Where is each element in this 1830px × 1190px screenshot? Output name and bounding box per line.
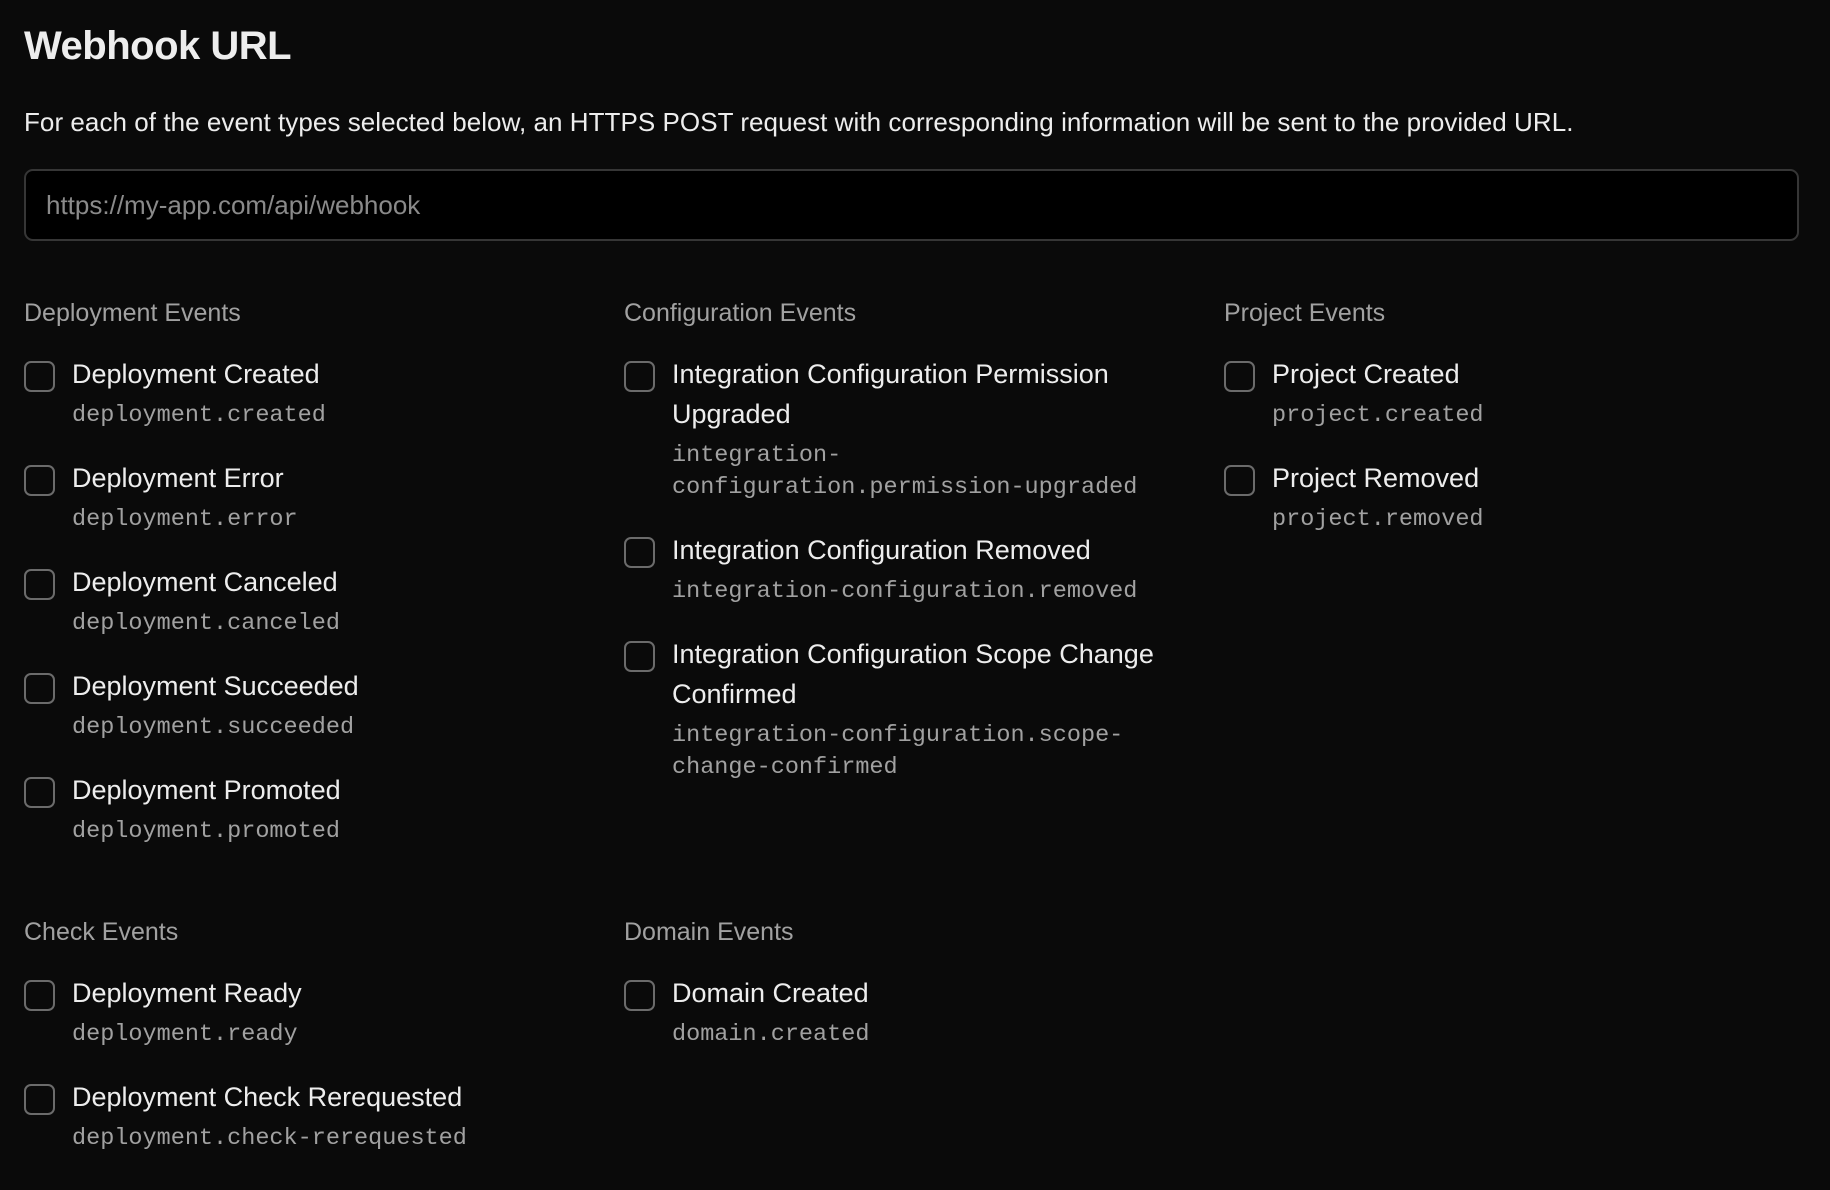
event-label: Domain Created bbox=[672, 978, 869, 1008]
event-label: Deployment Ready bbox=[72, 978, 302, 1008]
event-code: integration-configuration.removed bbox=[672, 578, 1138, 605]
section-title: Check Events bbox=[24, 918, 179, 946]
event-list: Domain Created domain.created bbox=[624, 978, 1184, 1051]
page-title: Webhook URL bbox=[24, 24, 292, 68]
event-label: Deployment Check Rerequested bbox=[72, 1082, 463, 1112]
event-code: deployment.promoted bbox=[72, 818, 340, 845]
checkbox[interactable] bbox=[24, 1084, 55, 1115]
event-code: deployment.check-rerequested bbox=[72, 1125, 467, 1152]
section-title: Project Events bbox=[1224, 299, 1386, 327]
event-code: deployment.error bbox=[72, 506, 298, 533]
event-list: Integration Configuration Permission Upg… bbox=[624, 359, 1199, 784]
checkbox[interactable] bbox=[24, 361, 55, 392]
checkbox[interactable] bbox=[24, 777, 55, 808]
project-events-section: Project Events Project Created project.c… bbox=[1224, 296, 1784, 568]
event-code: integration-configuration.scope- change-… bbox=[672, 722, 1124, 781]
event-code: deployment.created bbox=[72, 402, 326, 429]
configuration-events-section: Configuration Events Integration Configu… bbox=[624, 296, 1199, 816]
event-label: Deployment Canceled bbox=[72, 567, 338, 597]
event-item-integration-configuration-removed[interactable]: Integration Configuration Removed integr… bbox=[624, 535, 1199, 608]
page-description: For each of the event types selected bel… bbox=[24, 107, 1574, 137]
event-label: Deployment Succeeded bbox=[72, 671, 359, 701]
section-title: Deployment Events bbox=[24, 299, 241, 327]
event-code: deployment.ready bbox=[72, 1021, 298, 1048]
event-item-deployment-error[interactable]: Deployment Error deployment.error bbox=[24, 463, 584, 536]
event-code: project.created bbox=[1272, 402, 1484, 429]
event-code: domain.created bbox=[672, 1021, 870, 1048]
event-item-domain-created[interactable]: Domain Created domain.created bbox=[624, 978, 1184, 1051]
event-item-deployment-check-rerequested[interactable]: Deployment Check Rerequested deployment.… bbox=[24, 1082, 584, 1155]
event-label: Integration Configuration Removed bbox=[672, 535, 1091, 565]
event-item-project-created[interactable]: Project Created project.created bbox=[1224, 359, 1784, 432]
checkbox[interactable] bbox=[24, 673, 55, 704]
event-code: integration- configuration.permission-up… bbox=[672, 442, 1138, 501]
event-item-integration-configuration-permission-upgraded[interactable]: Integration Configuration Permission Upg… bbox=[624, 359, 1199, 504]
event-item-deployment-created[interactable]: Deployment Created deployment.created bbox=[24, 359, 584, 432]
event-item-integration-configuration-scope-change-confirmed[interactable]: Integration Configuration Scope Change C… bbox=[624, 639, 1199, 784]
event-item-deployment-canceled[interactable]: Deployment Canceled deployment.canceled bbox=[24, 567, 584, 640]
checkbox[interactable] bbox=[24, 569, 55, 600]
checkbox[interactable] bbox=[624, 537, 655, 568]
event-label: Project Created bbox=[1272, 359, 1460, 389]
check-events-section: Check Events Deployment Ready deployment… bbox=[24, 915, 584, 1187]
event-item-project-removed[interactable]: Project Removed project.removed bbox=[1224, 463, 1784, 536]
checkbox[interactable] bbox=[1224, 465, 1255, 496]
deployment-events-section: Deployment Events Deployment Created dep… bbox=[24, 296, 584, 880]
event-list: Project Created project.created Project … bbox=[1224, 359, 1784, 536]
event-label: Project Removed bbox=[1272, 463, 1480, 493]
checkbox[interactable] bbox=[624, 641, 655, 672]
event-code: project.removed bbox=[1272, 506, 1484, 533]
section-title: Domain Events bbox=[624, 918, 794, 946]
event-code: deployment.canceled bbox=[72, 610, 340, 637]
checkbox[interactable] bbox=[24, 980, 55, 1011]
event-label: Deployment Created bbox=[72, 359, 320, 389]
checkbox[interactable] bbox=[1224, 361, 1255, 392]
event-item-deployment-promoted[interactable]: Deployment Promoted deployment.promoted bbox=[24, 775, 584, 848]
event-list: Deployment Created deployment.created De… bbox=[24, 359, 584, 848]
event-label: Integration Configuration Scope Change C… bbox=[672, 639, 1154, 709]
checkbox[interactable] bbox=[24, 465, 55, 496]
domain-events-section: Domain Events Domain Created domain.crea… bbox=[624, 915, 1184, 1083]
event-list: Deployment Ready deployment.ready Deploy… bbox=[24, 978, 584, 1155]
event-label: Deployment Error bbox=[72, 463, 284, 493]
checkbox[interactable] bbox=[624, 361, 655, 392]
event-item-deployment-succeeded[interactable]: Deployment Succeeded deployment.succeede… bbox=[24, 671, 584, 744]
event-label: Deployment Promoted bbox=[72, 775, 341, 805]
webhook-url-input[interactable] bbox=[24, 169, 1799, 241]
event-label: Integration Configuration Permission Upg… bbox=[672, 359, 1109, 429]
checkbox[interactable] bbox=[624, 980, 655, 1011]
section-title: Configuration Events bbox=[624, 299, 857, 327]
event-code: deployment.succeeded bbox=[72, 714, 355, 741]
event-item-deployment-ready[interactable]: Deployment Ready deployment.ready bbox=[24, 978, 584, 1051]
